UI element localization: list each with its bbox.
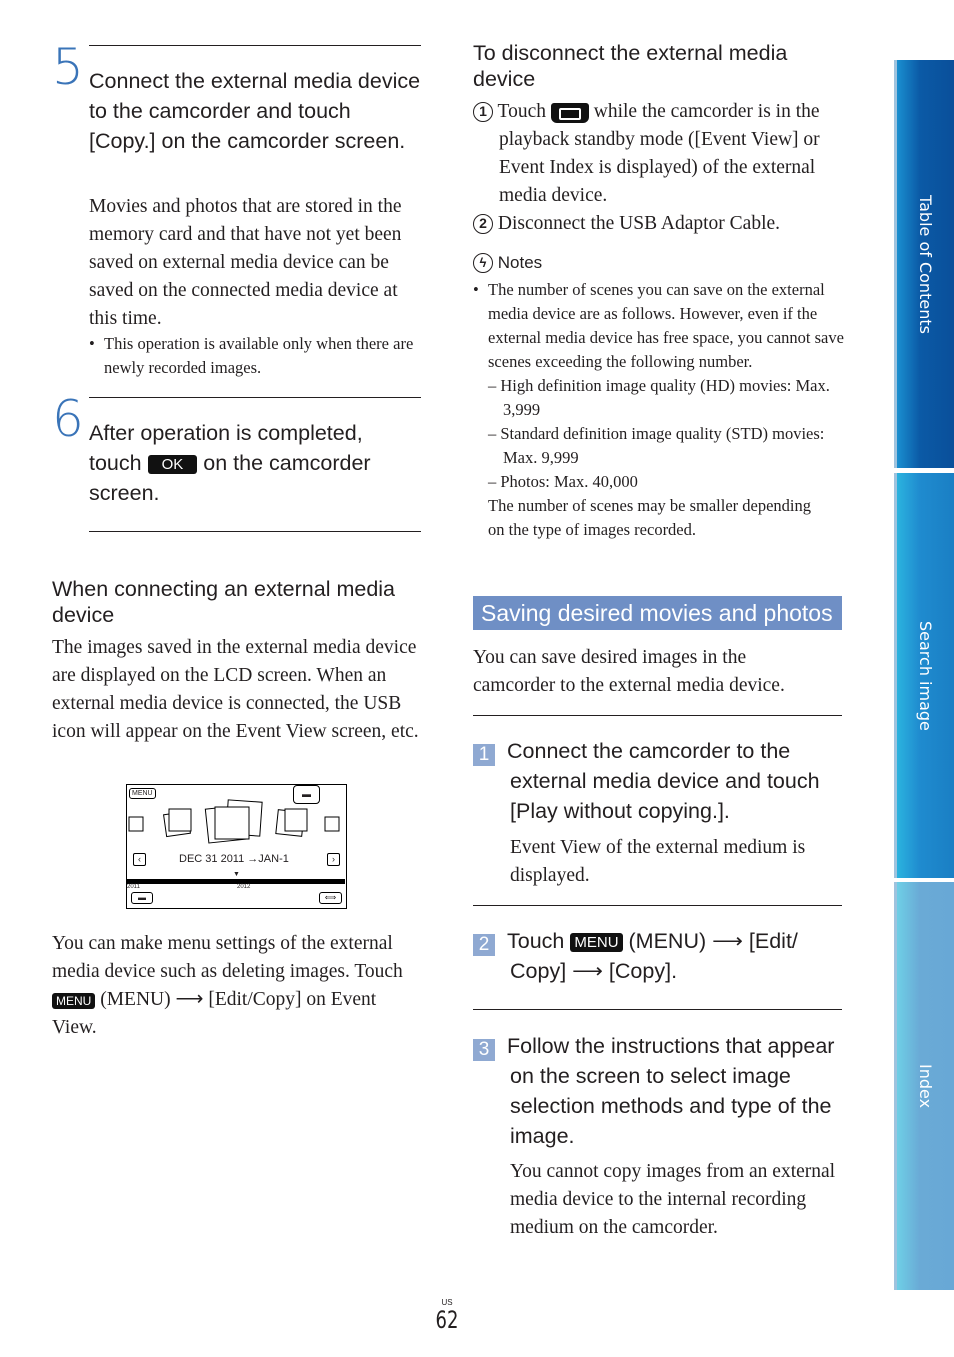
event-view-screen-illustration: MENU ▬ ‹ DEC 31 2011 →JAN-1 › ▼ 2011 201… [126,784,347,909]
menu-settings-text: You can make menu settings of the extern… [52,930,424,1042]
event-date-range: DEC 31 2011 →JAN-1 [179,853,289,865]
tab-table-of-contents[interactable]: Table of Contents [894,60,954,468]
step-number: 5 [52,38,84,96]
step-6-title: After operation is completed, touch OK o… [89,418,421,508]
timeline-bar[interactable] [127,879,345,884]
step-5-body: Movies and photos that are stored in the… [89,196,402,329]
text: The number of scenes you can save on the… [488,280,844,371]
scale-toggle-icon: ⟺ [319,892,342,904]
bullet-item: The number of scenes you can save on the… [473,278,845,542]
section-title: Saving desired movies and photos [473,596,842,630]
text: (MENU) ⟶ [Edit/Copy] on Event View. [52,989,377,1038]
step-1-body: Event View of the external medium is dis… [510,837,806,886]
divider [473,1009,842,1010]
text: Follow the instructions that appear on t… [507,1034,835,1148]
disconnect-step-1: 1 Touch while the camcorder is in the pl… [473,98,845,210]
text: while the camcorder is in the playback s… [499,101,820,206]
disconnect-step-2: 2 Disconnect the USB Adaptor Cable. [473,210,845,238]
tab-label: Index [916,1063,935,1109]
section-intro: You can save desired images in the camco… [473,647,785,696]
menu-button-icon: MENU [570,932,623,952]
limit-item: – High definition image quality (HD) mov… [488,376,830,419]
text: The number of scenes may be smaller depe… [488,496,812,539]
notes-icon: ϟ [473,253,493,273]
notes-heading: ϟ Notes [473,253,542,273]
step-5-bullets: This operation is available only when th… [89,332,424,380]
step-5-title: Connect the external media device to the… [89,69,421,153]
step-3-title: 3 Follow the instructions that appear on … [473,1031,842,1151]
circled-number: 1 [473,102,493,122]
text: You can make menu settings of the extern… [52,933,403,982]
text: Disconnect the USB Adaptor Cable. [497,213,781,234]
text: Touch [507,929,565,953]
divider [473,715,842,716]
year-label: 2012 [237,884,251,890]
step-1-title: 1 Connect the camcorder to the external m… [473,736,842,826]
playback-mode-icon: ▬ [131,892,153,904]
notes-list: The number of scenes you can save on the… [473,278,845,542]
tab-index[interactable]: Index [894,882,954,1290]
limit-item: – Photos: Max. 40,000 [488,472,638,491]
circled-number: 2 [473,214,493,234]
notes-label: Notes [497,253,543,272]
tab-label: Search image [916,620,935,731]
next-icon: › [327,853,340,866]
text: Touch [497,101,546,122]
bullet-item: This operation is available only when th… [89,332,424,380]
tab-search-image[interactable]: Search image [894,473,954,878]
step-3-body: You cannot copy images from an external … [510,1161,836,1238]
text: Connect the camcorder to the external me… [507,739,820,823]
previous-icon: ‹ [133,853,146,866]
step-number: 6 [52,390,84,448]
limit-item: – Standard definition image quality (STD… [488,424,825,467]
ok-button-icon: OK [147,454,198,474]
event-thumbnails [128,799,340,844]
disconnect-heading: To disconnect the external media device [473,41,788,91]
year-label: 2011 [127,884,140,890]
tab-label: Table of Contents [916,194,935,334]
menu-button-icon: MENU [52,992,96,1009]
page-number: 62 [435,1306,459,1334]
divider [89,45,421,46]
connecting-heading: When connecting an external media device [52,577,396,627]
step-2-title: 2 Touch MENU (MENU) ⟶ [Edit/ Copy] ⟶ [Cop… [473,926,842,986]
playback-camera-icon [550,102,589,123]
step-number-box: 2 [473,934,495,956]
connecting-body: The images saved in the external media d… [52,637,419,742]
step-number-box: 1 [473,744,495,766]
divider [89,397,421,398]
step-number-box: 3 [473,1039,495,1061]
divider [89,531,421,532]
timeline-marker-icon: ▼ [233,871,240,878]
divider [473,905,842,906]
